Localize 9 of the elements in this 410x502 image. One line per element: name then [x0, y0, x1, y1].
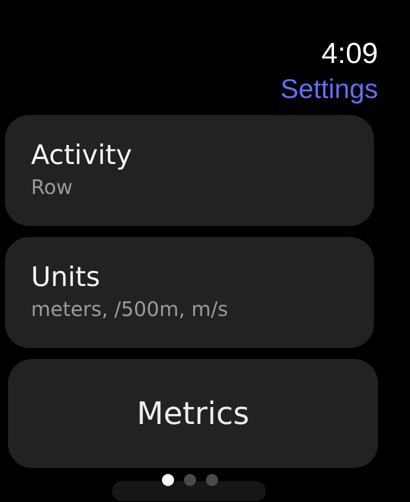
settings-row[interactable]: Activity Row	[5, 115, 374, 226]
settings-row[interactable]: Units meters, /500m, m/s	[5, 237, 374, 348]
back-link[interactable]: Settings	[280, 72, 378, 106]
row-title: Units	[31, 261, 102, 295]
row-value: meters, /500m, m/s	[31, 296, 230, 323]
metrics-button[interactable]: Metrics	[8, 359, 378, 468]
clock-time: 4:09	[322, 37, 378, 72]
row-value: Row	[31, 174, 74, 201]
row-title: Activity	[31, 139, 133, 173]
